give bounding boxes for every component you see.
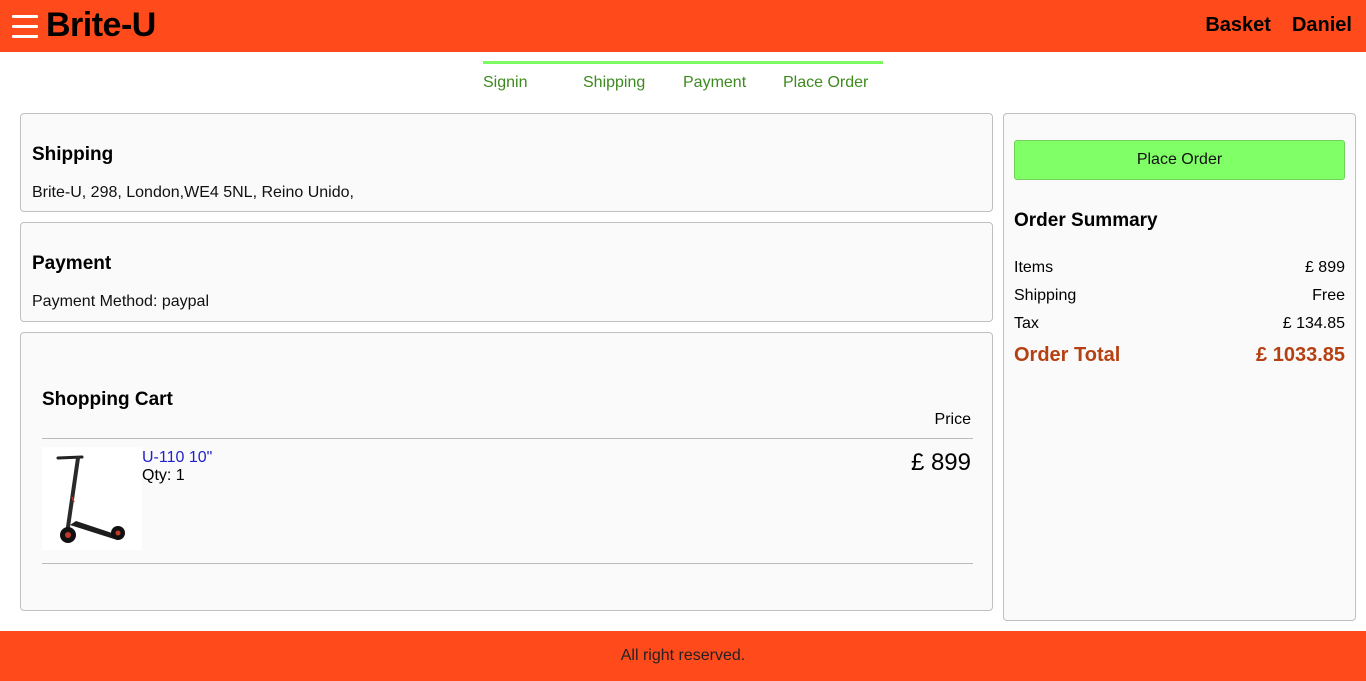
cart-divider bbox=[42, 438, 973, 439]
user-menu-link[interactable]: Daniel bbox=[1292, 14, 1352, 37]
shopping-cart-card: Shopping Cart Price U-110 10" Qty: 1 £ 8… bbox=[20, 332, 993, 611]
footer-text: All right reserved. bbox=[620, 647, 746, 664]
order-summary-title: Order Summary bbox=[1014, 210, 1158, 231]
scooter-image-icon bbox=[56, 455, 125, 543]
summary-value: Free bbox=[1312, 287, 1345, 304]
cart-item-name-link[interactable]: U-110 10" bbox=[142, 449, 212, 467]
shipping-title: Shipping bbox=[32, 144, 114, 165]
summary-row-tax: Tax £ 134.85 bbox=[1014, 315, 1345, 333]
hamburger-menu-icon[interactable] bbox=[12, 15, 38, 39]
order-total-value: £ 1033.85 bbox=[1256, 344, 1345, 366]
product-image bbox=[42, 447, 142, 550]
brand-logo-link[interactable]: Brite-U bbox=[46, 6, 156, 45]
price-column-header: Price bbox=[934, 411, 971, 428]
summary-row-items: Items £ 899 bbox=[1014, 259, 1345, 277]
place-order-button[interactable]: Place Order bbox=[1014, 140, 1345, 180]
shipping-card: Shipping Brite-U, 298, London,WE4 5NL, R… bbox=[20, 113, 993, 212]
summary-row-shipping: Shipping Free bbox=[1014, 287, 1345, 305]
step-signin: Signin bbox=[483, 61, 583, 92]
payment-method: Payment Method: paypal bbox=[32, 293, 209, 310]
basket-link[interactable]: Basket bbox=[1205, 14, 1271, 37]
order-summary-card: Place Order Order Summary Items £ 899 Sh… bbox=[1003, 113, 1356, 621]
summary-value: £ 134.85 bbox=[1282, 315, 1345, 332]
hamburger-line bbox=[12, 25, 38, 28]
step-shipping: Shipping bbox=[583, 61, 683, 92]
summary-label: Items bbox=[1014, 259, 1054, 276]
header-bar: Brite-U Basket Daniel bbox=[0, 0, 1366, 52]
cart-item-price: £ 899 bbox=[910, 449, 971, 476]
step-place-order: Place Order bbox=[783, 61, 883, 92]
summary-value: £ 899 bbox=[1304, 259, 1345, 276]
cart-divider bbox=[42, 563, 973, 564]
payment-title: Payment bbox=[32, 253, 112, 274]
cart-item-qty: Qty: 1 bbox=[142, 467, 185, 484]
shipping-address: Brite-U, 298, London,WE4 5NL, Reino Unid… bbox=[32, 184, 354, 201]
payment-card: Payment Payment Method: paypal bbox=[20, 222, 993, 322]
hamburger-line bbox=[12, 35, 38, 38]
step-payment: Payment bbox=[683, 61, 783, 92]
footer: All right reserved. bbox=[0, 631, 1366, 681]
summary-row-total: Order Total £ 1033.85 bbox=[1014, 344, 1345, 367]
order-total-label: Order Total bbox=[1014, 344, 1121, 366]
hamburger-line bbox=[12, 15, 38, 18]
summary-label: Shipping bbox=[1014, 287, 1077, 304]
summary-label: Tax bbox=[1014, 315, 1039, 332]
header-nav: Basket Daniel bbox=[1205, 14, 1352, 37]
cart-title: Shopping Cart bbox=[42, 389, 173, 410]
checkout-steps: Signin Shipping Payment Place Order bbox=[483, 61, 883, 92]
